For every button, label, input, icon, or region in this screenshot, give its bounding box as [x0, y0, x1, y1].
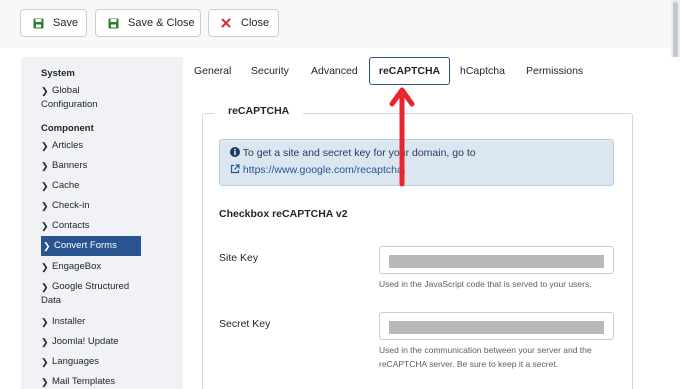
- close-label: Close: [241, 17, 270, 29]
- sidebar-heading-system: System: [41, 68, 75, 79]
- chevron-right-icon: ❯: [41, 337, 49, 347]
- chevron-right-icon: ❯: [41, 161, 49, 171]
- sidebar-item-label: Google Structured Data: [41, 281, 130, 306]
- chevron-right-icon: ❯: [41, 377, 49, 387]
- save-label: Save: [53, 17, 79, 29]
- sidebar-item-joomla-update[interactable]: ❯ Joomla! Update: [41, 335, 161, 349]
- info-icon: [230, 147, 243, 159]
- sidebar-item-label: Contacts: [52, 220, 90, 231]
- chevron-right-icon: ❯: [41, 317, 49, 327]
- tab-recaptcha[interactable]: reCAPTCHA: [369, 57, 450, 85]
- chevron-right-icon: ❯: [41, 262, 49, 272]
- secret-key-hint: Used in the communication between your s…: [379, 345, 592, 369]
- sidebar-item-label: EngageBox: [52, 261, 102, 272]
- sidebar-item-label: Mail Templates: [52, 376, 116, 387]
- sidebar-item-label: Banners: [52, 160, 88, 171]
- sidebar: System ❯ Global Configuration Component …: [21, 57, 183, 389]
- annotation-arrow-icon: [389, 87, 415, 187]
- sidebar-item-label: Installer: [52, 316, 86, 327]
- sidebar-item-contacts[interactable]: ❯ Contacts: [41, 219, 161, 233]
- recaptcha-link[interactable]: https://www.google.com/recaptcha: [243, 164, 403, 176]
- chevron-right-icon: ❯: [43, 241, 51, 251]
- save-icon: [32, 17, 44, 29]
- save-button[interactable]: Save: [20, 9, 87, 37]
- chevron-right-icon: ❯: [41, 357, 49, 367]
- sidebar-item-languages[interactable]: ❯ Languages: [41, 355, 161, 369]
- chevron-right-icon: ❯: [41, 181, 49, 191]
- sidebar-item-banners[interactable]: ❯ Banners: [41, 159, 161, 173]
- sidebar-item-label: Cache: [52, 180, 80, 191]
- fieldset-legend: reCAPTCHA: [214, 105, 304, 117]
- chevron-right-icon: ❯: [41, 141, 49, 151]
- sidebar-item-label: Convert Forms: [54, 240, 117, 251]
- sidebar-item-cache[interactable]: ❯ Cache: [41, 179, 161, 193]
- sidebar-item-check-in[interactable]: ❯ Check-in: [41, 199, 161, 213]
- secret-key-input[interactable]: [379, 312, 614, 340]
- info-alert: To get a site and secret key for your do…: [219, 139, 614, 186]
- site-key-input[interactable]: [379, 246, 614, 274]
- sidebar-item-articles[interactable]: ❯ Articles: [41, 139, 161, 153]
- sidebar-item-convert-forms[interactable]: ❯ Convert Forms: [41, 236, 141, 256]
- save-close-label: Save & Close: [128, 17, 195, 29]
- save-close-button[interactable]: Save & Close: [95, 9, 201, 37]
- redacted-value: [389, 321, 604, 334]
- tab-permissions[interactable]: Permissions: [526, 57, 583, 85]
- secret-key-label: Secret Key: [219, 318, 271, 330]
- tab-security[interactable]: Security: [251, 57, 289, 85]
- site-key-hint: Used in the JavaScript code that is serv…: [379, 279, 592, 289]
- sidebar-heading-component: Component: [41, 123, 94, 134]
- save-icon: [107, 17, 119, 29]
- sidebar-item-google-structured-data[interactable]: ❯ Google Structured Data: [41, 280, 141, 308]
- sidebar-item-label: Global Configuration: [41, 85, 98, 110]
- external-link-icon: [230, 164, 243, 176]
- tab-bar: General Security Advanced reCAPTCHA hCap…: [183, 57, 680, 87]
- tab-general[interactable]: General: [194, 57, 231, 85]
- sidebar-item-global-configuration[interactable]: ❯ Global Configuration: [41, 84, 131, 112]
- sidebar-item-label: Languages: [52, 356, 100, 367]
- site-key-label: Site Key: [219, 252, 259, 264]
- tab-hcaptcha[interactable]: hCaptcha: [460, 57, 505, 85]
- sidebar-item-mail-templates[interactable]: ❯ Mail Templates: [41, 375, 161, 389]
- close-button[interactable]: Close: [208, 9, 279, 37]
- tab-advanced[interactable]: Advanced: [311, 57, 358, 85]
- close-icon: [220, 17, 232, 29]
- sidebar-item-installer[interactable]: ❯ Installer: [41, 315, 161, 329]
- section-title: Checkbox reCAPTCHA v2: [219, 208, 348, 220]
- chevron-right-icon: ❯: [41, 201, 49, 211]
- chevron-right-icon: ❯: [41, 221, 49, 231]
- redacted-value: [389, 255, 604, 268]
- scrollbar-thumb[interactable]: [673, 2, 678, 62]
- sidebar-item-label: Joomla! Update: [52, 336, 119, 347]
- sidebar-item-label: Articles: [52, 140, 84, 151]
- sidebar-item-engagebox[interactable]: ❯ EngageBox: [41, 260, 161, 274]
- alert-text: To get a site and secret key for your do…: [242, 147, 476, 159]
- sidebar-item-label: Check-in: [52, 200, 90, 211]
- toolbar: Save Save & Close Close: [0, 0, 680, 48]
